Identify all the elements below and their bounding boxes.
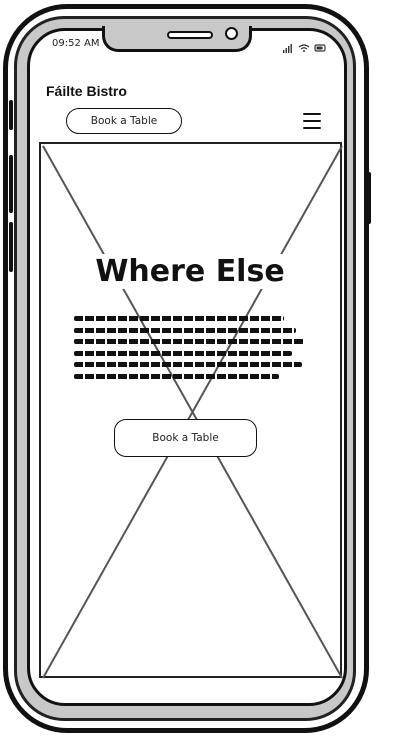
hero-title: Where Else	[60, 254, 320, 289]
book-table-button-header[interactable]: Book a Table	[66, 108, 182, 134]
menu-icon[interactable]	[303, 113, 321, 130]
book-table-button-hero[interactable]: Book a Table	[114, 419, 257, 457]
brand-title: Fáilte Bistro	[46, 83, 127, 99]
volume-down-button	[9, 155, 13, 213]
hero-body-text	[74, 316, 308, 385]
image-placeholder-icon	[42, 145, 343, 679]
hero-image-placeholder	[39, 142, 343, 679]
camera-icon	[225, 27, 238, 40]
status-time: 09:52 AM	[52, 38, 100, 49]
status-icons	[283, 38, 329, 53]
signal-icon	[283, 44, 326, 53]
power-button	[367, 172, 371, 224]
mute-switch	[9, 222, 13, 272]
volume-up-button	[9, 100, 13, 130]
speaker-grille	[167, 31, 213, 39]
